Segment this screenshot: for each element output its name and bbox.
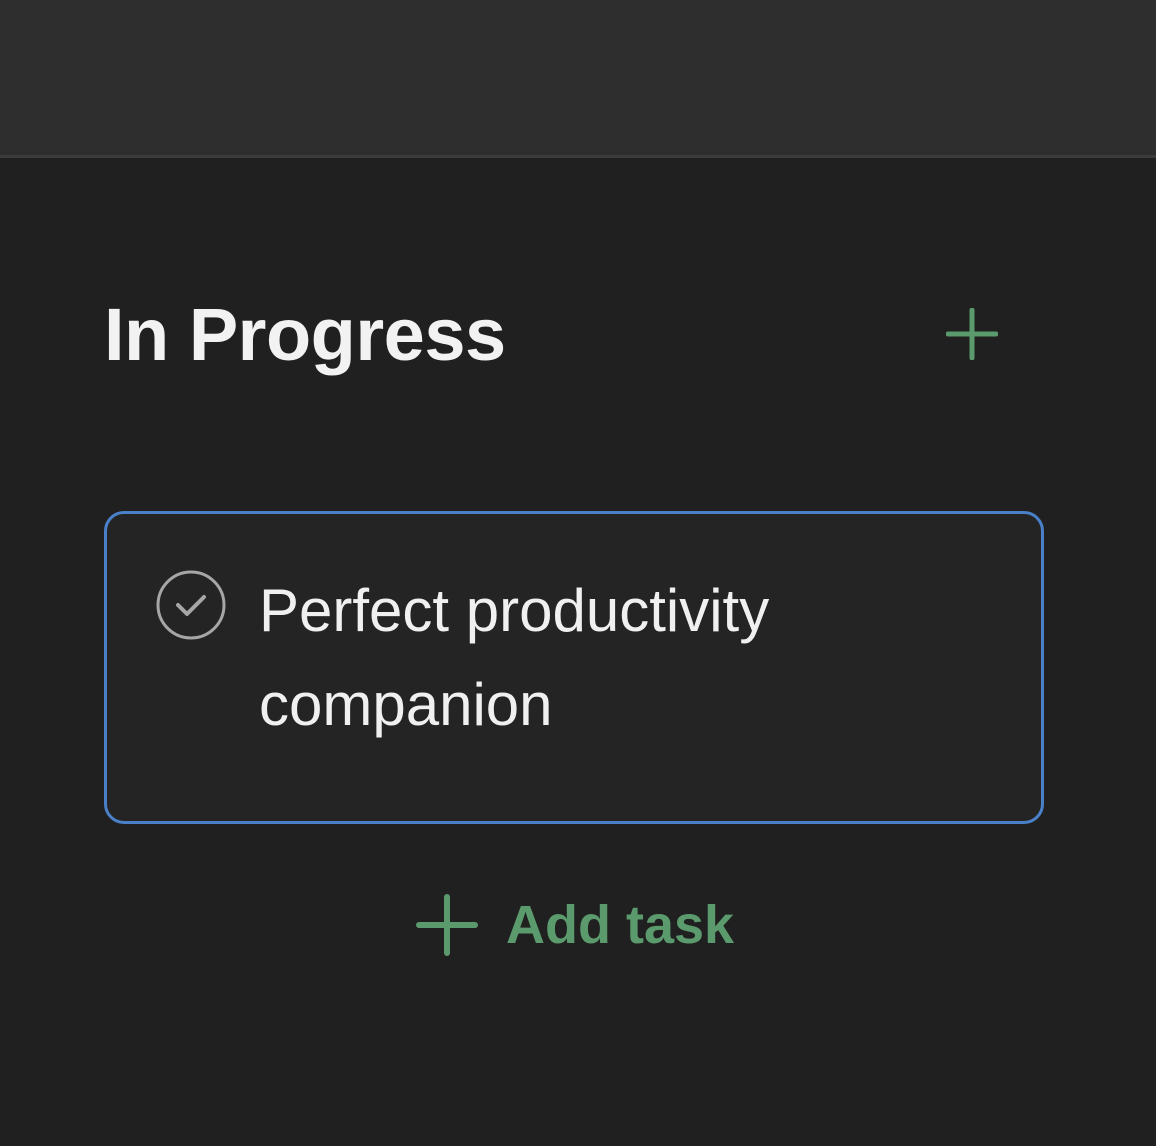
check-circle-icon[interactable] <box>156 570 226 640</box>
add-task-header-button[interactable] <box>942 304 1002 364</box>
task-title: Perfect productivity companion <box>259 577 770 738</box>
add-task-label: Add task <box>506 895 735 955</box>
plus-icon <box>416 894 478 956</box>
task-card[interactable]: Perfect productivity companion <box>104 511 1044 824</box>
add-task-button[interactable]: Add task <box>416 890 734 960</box>
column-title: In Progress <box>104 293 506 376</box>
plus-icon <box>946 308 998 360</box>
top-bar <box>0 0 1156 158</box>
